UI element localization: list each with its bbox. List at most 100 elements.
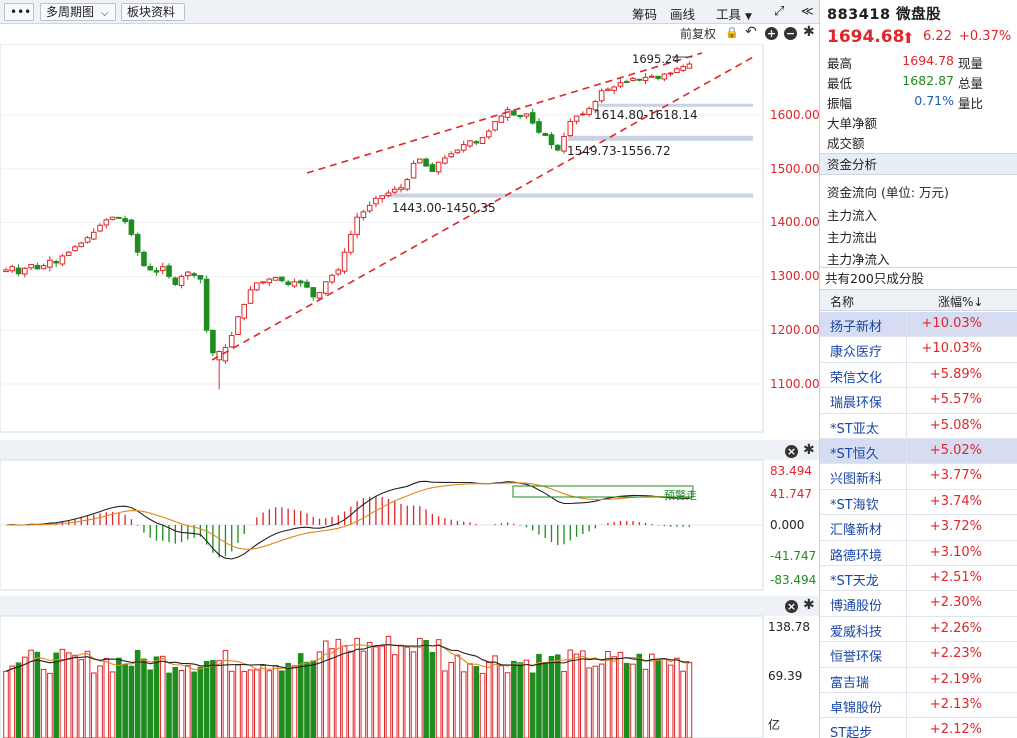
- volume-bar: [630, 663, 636, 738]
- volume-bar: [661, 658, 668, 738]
- candle-body: [341, 251, 348, 272]
- capital-analysis-header[interactable]: 资金分析: [820, 153, 1017, 175]
- volume-bar: [391, 654, 398, 738]
- volume-bar: [291, 665, 298, 738]
- candle-body: [467, 140, 473, 147]
- chip-button[interactable]: 筹码: [632, 4, 657, 23]
- zoom-out-icon[interactable]: −: [784, 27, 797, 40]
- more-button[interactable]: •••: [4, 3, 34, 21]
- sector-info-button[interactable]: 板块资料: [121, 3, 185, 21]
- table-row[interactable]: 康众医疗 +10.03%: [820, 337, 1017, 363]
- stock-change-pct: +3.72%: [906, 515, 1017, 541]
- table-row[interactable]: 恒誉环保 +2.23%: [820, 642, 1017, 668]
- candle-body: [197, 275, 204, 280]
- candle-body: [661, 73, 668, 80]
- adjust-button[interactable]: 前复权: [680, 27, 716, 41]
- candle-body: [159, 266, 166, 272]
- macd-panel-header: [0, 440, 819, 460]
- quote-panel: 883418 微盘股 1694.68 ⬆ 6.22 +0.37% 最高 1694…: [819, 0, 1017, 738]
- volume-bar: [128, 665, 135, 738]
- volume-bar: [216, 660, 222, 738]
- stock-change-pct: +5.89%: [906, 362, 1017, 388]
- collapse-icon[interactable]: ≪: [801, 4, 814, 18]
- table-row[interactable]: 富吉瑞 +2.19%: [820, 667, 1017, 693]
- volume-bar: [109, 671, 116, 738]
- candle-body: [567, 120, 574, 137]
- stock-name[interactable]: 路德环境: [830, 545, 882, 564]
- table-row[interactable]: 兴图新科 +3.77%: [820, 464, 1017, 490]
- stock-name[interactable]: 汇隆新材: [830, 519, 882, 538]
- table-row[interactable]: 汇隆新材 +3.72%: [820, 515, 1017, 541]
- high-annotation: 1695.24: [632, 52, 680, 66]
- close-volume-icon[interactable]: ×: [785, 600, 798, 613]
- candle-body: [128, 219, 135, 235]
- stock-name[interactable]: 兴图新科: [830, 468, 882, 487]
- stock-name[interactable]: *ST恒久: [830, 443, 879, 462]
- volume-bar: [636, 653, 643, 738]
- stock-name[interactable]: 康众医疗: [830, 341, 882, 360]
- macd-settings-icon[interactable]: ✱: [803, 443, 815, 457]
- column-name-header[interactable]: 名称: [830, 293, 854, 310]
- volume-bar: [567, 649, 574, 738]
- volume-bar: [310, 660, 317, 738]
- volume-settings-icon[interactable]: ✱: [803, 598, 815, 612]
- volume-bar: [623, 662, 630, 738]
- stock-name[interactable]: *ST亚太: [830, 418, 879, 437]
- volume-bar: [34, 651, 41, 738]
- candle-body: [172, 277, 179, 285]
- volume-bar: [166, 672, 172, 738]
- table-row[interactable]: ST起步 +2.12%: [820, 718, 1017, 738]
- close-macd-icon[interactable]: ×: [785, 445, 798, 458]
- candle-body: [191, 273, 197, 276]
- stock-name[interactable]: 博通股份: [830, 595, 882, 614]
- draw-line-button[interactable]: 画线: [670, 4, 695, 23]
- stock-name[interactable]: 富吉瑞: [830, 672, 869, 691]
- candle-body: [266, 278, 273, 284]
- gear-icon[interactable]: ✱: [803, 25, 815, 39]
- candle-body: [348, 233, 354, 253]
- zone-label-3: 1443.00-1450.35: [392, 201, 496, 215]
- candle-body: [53, 260, 59, 264]
- volume-bar: [404, 646, 411, 738]
- stock-name[interactable]: 瑞晨环保: [830, 392, 882, 411]
- candle-body: [642, 76, 649, 82]
- table-row[interactable]: *ST天龙 +2.51%: [820, 566, 1017, 592]
- volume-bar: [159, 655, 166, 738]
- table-row[interactable]: 卓锦股份 +2.13%: [820, 693, 1017, 719]
- volume-ratio-label: 量比: [958, 96, 984, 111]
- table-row[interactable]: *ST恒久 +5.02%: [820, 439, 1017, 465]
- volume-panel-header: [0, 596, 819, 616]
- stock-name[interactable]: ST起步: [830, 722, 872, 738]
- table-row[interactable]: 博通股份 +2.30%: [820, 591, 1017, 617]
- fullscreen-icon[interactable]: ⤢: [774, 4, 784, 19]
- stock-change-pct: +2.23%: [906, 642, 1017, 668]
- table-row[interactable]: 扬子新材 +10.03%: [820, 312, 1017, 338]
- table-row[interactable]: 瑞晨环保 +5.57%: [820, 388, 1017, 414]
- tools-menu[interactable]: 工具 ▼: [716, 4, 752, 23]
- stock-name[interactable]: 荣信文化: [830, 367, 882, 386]
- column-pct-header[interactable]: 涨幅%↓: [938, 293, 983, 310]
- table-row[interactable]: 路德环境 +3.10%: [820, 540, 1017, 566]
- volume-bar: [241, 670, 248, 738]
- volume-bar: [22, 656, 28, 738]
- volume-bar: [460, 671, 467, 738]
- zoom-in-icon[interactable]: +: [765, 27, 778, 40]
- stock-name[interactable]: *ST天龙: [830, 570, 879, 589]
- table-row[interactable]: 爱威科技 +2.26%: [820, 616, 1017, 643]
- macd-tick: 0.000: [770, 518, 805, 532]
- period-dropdown[interactable]: 多周期图 ⌵: [40, 3, 116, 21]
- stock-change-pct: +5.08%: [906, 413, 1017, 439]
- table-row[interactable]: 荣信文化 +5.89%: [820, 362, 1017, 389]
- stock-name[interactable]: 爱威科技: [830, 621, 882, 640]
- volume-bar: [611, 656, 617, 738]
- table-row[interactable]: *ST海钦 +3.74%: [820, 489, 1017, 516]
- stock-name[interactable]: *ST海钦: [830, 494, 879, 513]
- stock-name[interactable]: 卓锦股份: [830, 697, 882, 716]
- undo-icon[interactable]: ↶: [745, 25, 757, 39]
- lock-icon[interactable]: 🔒: [725, 26, 739, 40]
- volume-bar: [203, 660, 210, 738]
- macd-tick: -83.494: [770, 573, 817, 587]
- stock-name[interactable]: 扬子新材: [830, 316, 882, 335]
- table-row[interactable]: *ST亚太 +5.08%: [820, 413, 1017, 439]
- stock-name[interactable]: 恒誉环保: [830, 646, 882, 665]
